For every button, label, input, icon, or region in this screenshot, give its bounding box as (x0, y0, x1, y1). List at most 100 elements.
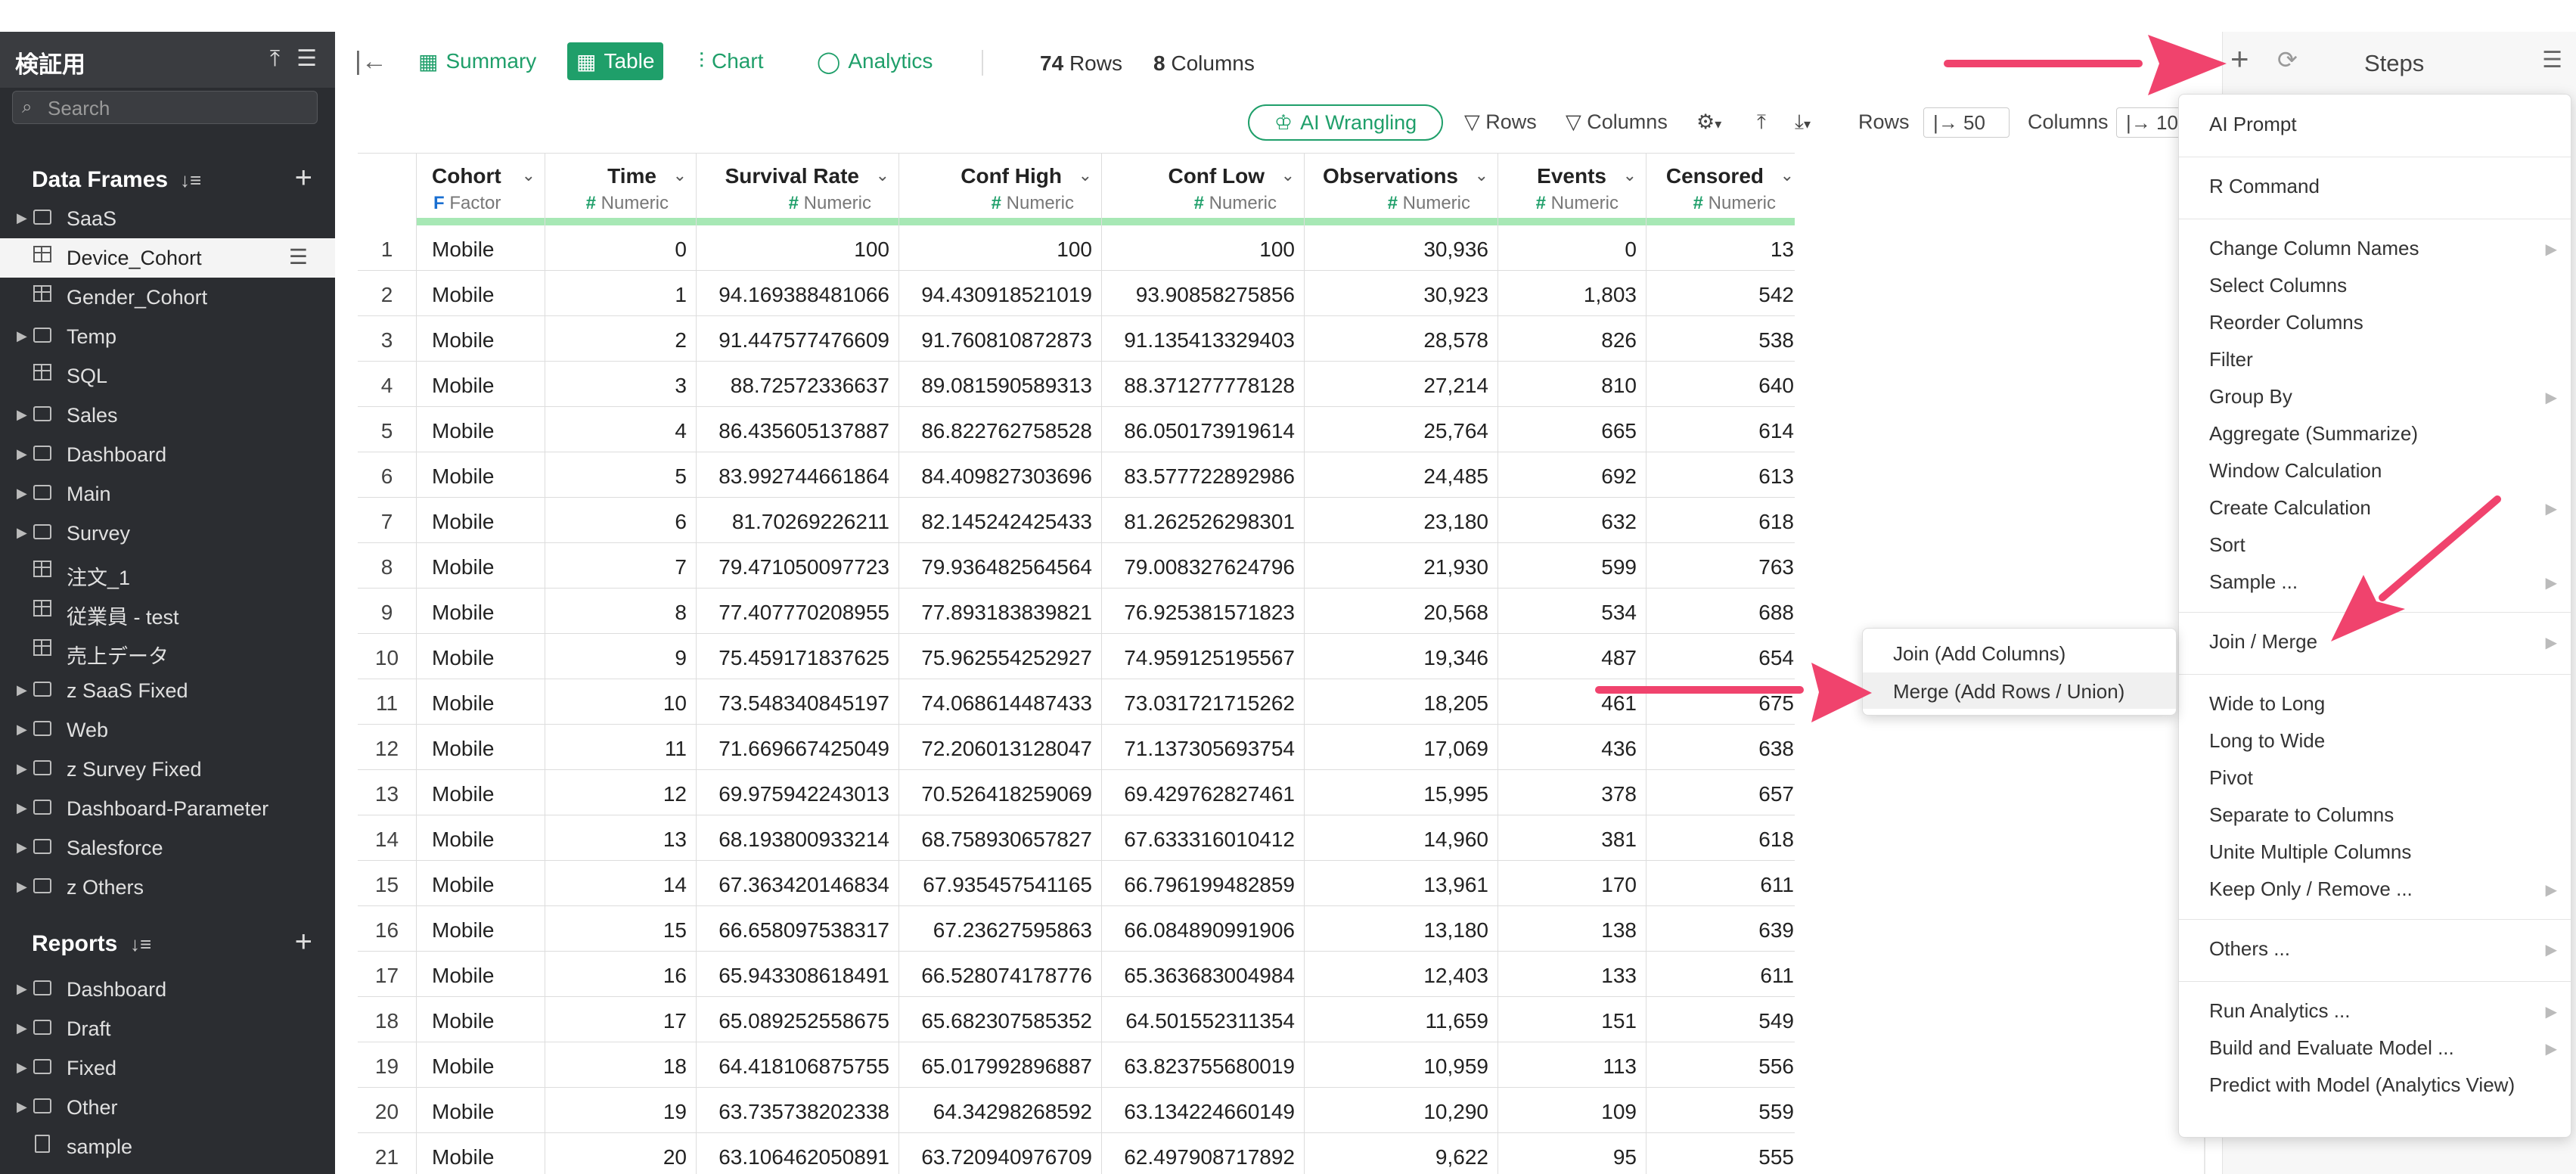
table-cell[interactable]: 81.70269226211 (697, 498, 899, 543)
hamburger-menu-icon[interactable]: ☰ (296, 46, 317, 71)
menu-item-unite-multiple-columns[interactable]: Unite Multiple Columns (2209, 840, 2411, 864)
data-frame-item[interactable]: ▶ z SaaS Fixed (0, 671, 335, 710)
table-cell[interactable]: 88.72572336637 (697, 362, 899, 407)
menu-item-run-analytics[interactable]: Run Analytics ... (2209, 999, 2350, 1023)
table-cell[interactable]: 19 (545, 1088, 697, 1133)
table-cell[interactable]: 2 (545, 316, 697, 362)
table-cell[interactable]: Mobile (417, 543, 545, 589)
table-cell[interactable]: Mobile (417, 634, 545, 679)
table-cell[interactable]: 538 (1646, 316, 1795, 362)
table-cell[interactable]: 30,936 (1305, 225, 1498, 271)
table-cell[interactable]: Mobile (417, 770, 545, 815)
table-cell[interactable]: 632 (1498, 498, 1646, 543)
table-cell[interactable]: 9,622 (1305, 1133, 1498, 1174)
menu-item-pivot[interactable]: Pivot (2209, 766, 2253, 790)
menu-item-predict-with-model-analytics-view[interactable]: Predict with Model (Analytics View) (2209, 1073, 2515, 1097)
column-header-events[interactable]: Events ⌄ # Numeric (1498, 153, 1646, 225)
table-cell[interactable]: 8 (545, 589, 697, 634)
data-frame-item[interactable]: 注文_1 (0, 553, 335, 592)
table-cell[interactable]: 65.017992896887 (899, 1042, 1102, 1088)
table-cell[interactable]: 9 (545, 634, 697, 679)
table-cell[interactable]: 640 (1646, 362, 1795, 407)
caret-right-icon[interactable]: ▶ (17, 1020, 27, 1036)
table-cell[interactable]: 12 (545, 770, 697, 815)
table-cell[interactable]: 21,930 (1305, 543, 1498, 589)
table-cell[interactable]: 378 (1498, 770, 1646, 815)
table-cell[interactable]: 12,403 (1305, 952, 1498, 997)
table-cell[interactable]: 81.262526298301 (1102, 498, 1305, 543)
menu-item-group-by[interactable]: Group By (2209, 385, 2292, 408)
table-cell[interactable]: 18 (545, 1042, 697, 1088)
table-cell[interactable]: 1,803 (1498, 271, 1646, 316)
table-cell[interactable]: 94.430918521019 (899, 271, 1102, 316)
table-cell[interactable]: 91.135413329403 (1102, 316, 1305, 362)
sort-icon[interactable]: ↓≡ (180, 169, 201, 192)
menu-item-reorder-columns[interactable]: Reorder Columns (2209, 311, 2363, 334)
table-cell[interactable]: 28,578 (1305, 316, 1498, 362)
column-header-cohort[interactable]: Cohort ⌄ F Factor (417, 153, 545, 225)
caret-right-icon[interactable]: ▶ (17, 761, 27, 777)
data-frame-item[interactable]: ▶ Dashboard-Parameter (0, 789, 335, 828)
table-cell[interactable]: Mobile (417, 1042, 545, 1088)
table-cell[interactable]: 86.435605137887 (697, 407, 899, 452)
chevron-down-icon[interactable]: ⌄ (522, 166, 535, 185)
table-cell[interactable]: Mobile (417, 498, 545, 543)
table-cell[interactable]: Mobile (417, 407, 545, 452)
table-cell[interactable]: 10 (545, 679, 697, 725)
table-cell[interactable]: Mobile (417, 271, 545, 316)
table-cell[interactable]: Mobile (417, 316, 545, 362)
table-cell[interactable]: 65.682307585352 (899, 997, 1102, 1042)
table-cell[interactable]: 67.633316010412 (1102, 815, 1305, 861)
caret-right-icon[interactable]: ▶ (17, 486, 27, 502)
table-cell[interactable]: 138 (1498, 906, 1646, 952)
chevron-down-icon[interactable]: ⌄ (1475, 166, 1488, 185)
table-cell[interactable]: 461 (1498, 679, 1646, 725)
chevron-down-icon[interactable]: ⌄ (1623, 166, 1637, 185)
caret-right-icon[interactable]: ▶ (17, 981, 27, 997)
table-cell[interactable]: 599 (1498, 543, 1646, 589)
data-frame-item[interactable]: ▶ z Others (0, 868, 335, 907)
table-cell[interactable]: 13 (1646, 225, 1795, 271)
table-cell[interactable]: 614 (1646, 407, 1795, 452)
table-cell[interactable]: 89.081590589313 (899, 362, 1102, 407)
table-cell[interactable]: 62.497908717892 (1102, 1133, 1305, 1174)
table-cell[interactable]: 542 (1646, 271, 1795, 316)
chevron-down-icon[interactable]: ⌄ (1281, 166, 1295, 185)
table-cell[interactable]: Mobile (417, 725, 545, 770)
caret-right-icon[interactable]: ▶ (17, 840, 27, 856)
table-cell[interactable]: 170 (1498, 861, 1646, 906)
table-cell[interactable]: 3 (545, 362, 697, 407)
table-cell[interactable]: 70.526418259069 (899, 770, 1102, 815)
table-cell[interactable]: 688 (1646, 589, 1795, 634)
table-cell[interactable]: 69.429762827461 (1102, 770, 1305, 815)
table-cell[interactable]: 30,923 (1305, 271, 1498, 316)
table-cell[interactable]: 20,568 (1305, 589, 1498, 634)
data-frame-item[interactable]: Device_Cohort ☰ (0, 238, 335, 278)
table-cell[interactable]: 86.822762758528 (899, 407, 1102, 452)
table-cell[interactable]: 66.084890991906 (1102, 906, 1305, 952)
menu-item-long-to-wide[interactable]: Long to Wide (2209, 729, 2325, 753)
table-cell[interactable]: 555 (1646, 1133, 1795, 1174)
data-frame-item[interactable]: ▶ z Survey Fixed (0, 750, 335, 789)
rows-filter-button[interactable]: ▽ Rows (1464, 110, 1537, 134)
add-step-button[interactable]: + (2230, 41, 2249, 77)
table-cell[interactable]: 68.758930657827 (899, 815, 1102, 861)
caret-right-icon[interactable]: ▶ (17, 879, 27, 895)
upload-icon[interactable]: ⤒ (1757, 110, 1766, 135)
add-report-button[interactable]: + (295, 925, 312, 959)
table-cell[interactable]: 10,290 (1305, 1088, 1498, 1133)
data-frame-item[interactable]: ▶ Survey (0, 514, 335, 553)
table-cell[interactable]: Mobile (417, 589, 545, 634)
table-cell[interactable]: 100 (899, 225, 1102, 271)
table-cell[interactable]: 25,764 (1305, 407, 1498, 452)
column-header-censored[interactable]: Censored ⌄ # Numeric (1646, 153, 1795, 225)
table-cell[interactable]: 0 (1498, 225, 1646, 271)
download-dropdown[interactable]: ⤓▾ (1795, 110, 1811, 135)
table-cell[interactable]: 79.008327624796 (1102, 543, 1305, 589)
menu-item-separate-to-columns[interactable]: Separate to Columns (2209, 803, 2394, 827)
table-cell[interactable]: 100 (697, 225, 899, 271)
data-frame-item[interactable]: Gender_Cohort (0, 278, 335, 317)
caret-right-icon[interactable]: ▶ (17, 525, 27, 541)
data-frame-item[interactable]: ▶ Salesforce (0, 828, 335, 868)
table-cell[interactable]: 618 (1646, 498, 1795, 543)
